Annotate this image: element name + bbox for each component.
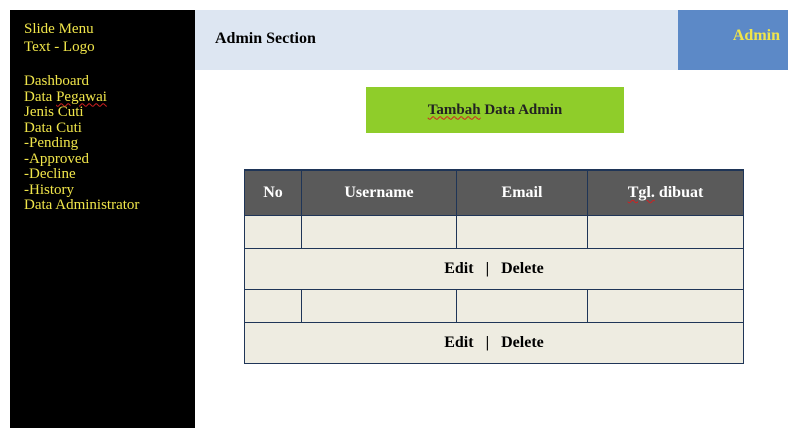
edit-link[interactable]: Edit [444, 260, 473, 277]
logo-line-1: Slide Menu [24, 21, 94, 37]
action-separator: | [477, 334, 498, 351]
cell-username [301, 289, 457, 323]
column-header-tgl-part1: Tgl. [627, 184, 655, 201]
add-admin-button-rest: Data Admin [484, 101, 563, 118]
sidebar-item-label-part2: Pegawai [56, 88, 107, 105]
sidebar-item-dashboard[interactable]: Dashboard [24, 73, 181, 90]
sidebar-item-history[interactable]: -History [24, 182, 181, 199]
add-admin-button[interactable]: Tambah Data Admin [366, 87, 624, 133]
sidebar-item-decline[interactable]: -Decline [24, 166, 181, 183]
action-separator: | [477, 260, 498, 277]
row-actions-cell: Edit | Delete [244, 322, 744, 364]
cell-email [456, 289, 588, 323]
sidebar-nav: Dashboard Data Pegawai Jenis Cuti Data C… [24, 73, 181, 214]
table-row-actions: Edit | Delete [244, 322, 744, 364]
user-label: Admin [732, 27, 780, 44]
cell-tgl-dibuat [587, 289, 744, 323]
add-admin-button-word1: Tambah [427, 101, 481, 118]
sidebar-item-approved[interactable]: -Approved [24, 151, 181, 168]
sidebar: Slide Menu Text - Logo Dashboard Data Pe… [10, 10, 195, 428]
sidebar-item-pending[interactable]: -Pending [24, 135, 181, 152]
table-row [244, 215, 744, 249]
column-header-email: Email [456, 169, 588, 216]
delete-link[interactable]: Delete [501, 260, 544, 277]
table-row [244, 289, 744, 323]
delete-link[interactable]: Delete [501, 334, 544, 351]
logo-line-2: Text - Logo [24, 39, 95, 55]
edit-link[interactable]: Edit [444, 334, 473, 351]
row-actions-cell: Edit | Delete [244, 248, 744, 290]
column-header-no: No [244, 169, 302, 216]
header-bar: Admin Section Admin [195, 10, 788, 70]
cell-username [301, 215, 457, 249]
cell-email [456, 215, 588, 249]
cell-no [244, 289, 302, 323]
column-header-username: Username [301, 169, 457, 216]
sidebar-item-jenis-cuti[interactable]: Jenis Cuti [24, 104, 181, 121]
sidebar-item-label-part1: Data [24, 88, 57, 105]
cell-tgl-dibuat [587, 215, 744, 249]
cell-no [244, 215, 302, 249]
sidebar-item-data-cuti[interactable]: Data Cuti [24, 120, 181, 137]
admin-table: No Username Email Tgl. dibuat Edit | Del… [244, 169, 744, 364]
table-header-row: No Username Email Tgl. dibuat [244, 169, 744, 216]
table-row-actions: Edit | Delete [244, 248, 744, 290]
user-menu[interactable]: Admin [678, 10, 788, 70]
sidebar-item-data-pegawai[interactable]: Data Pegawai [24, 88, 181, 106]
sidebar-item-data-administrator[interactable]: Data Administrator [24, 197, 181, 214]
column-header-tgl-dibuat: Tgl. dibuat [587, 169, 744, 216]
logo: Slide Menu Text - Logo [24, 20, 181, 56]
page-title: Admin Section [215, 30, 316, 47]
